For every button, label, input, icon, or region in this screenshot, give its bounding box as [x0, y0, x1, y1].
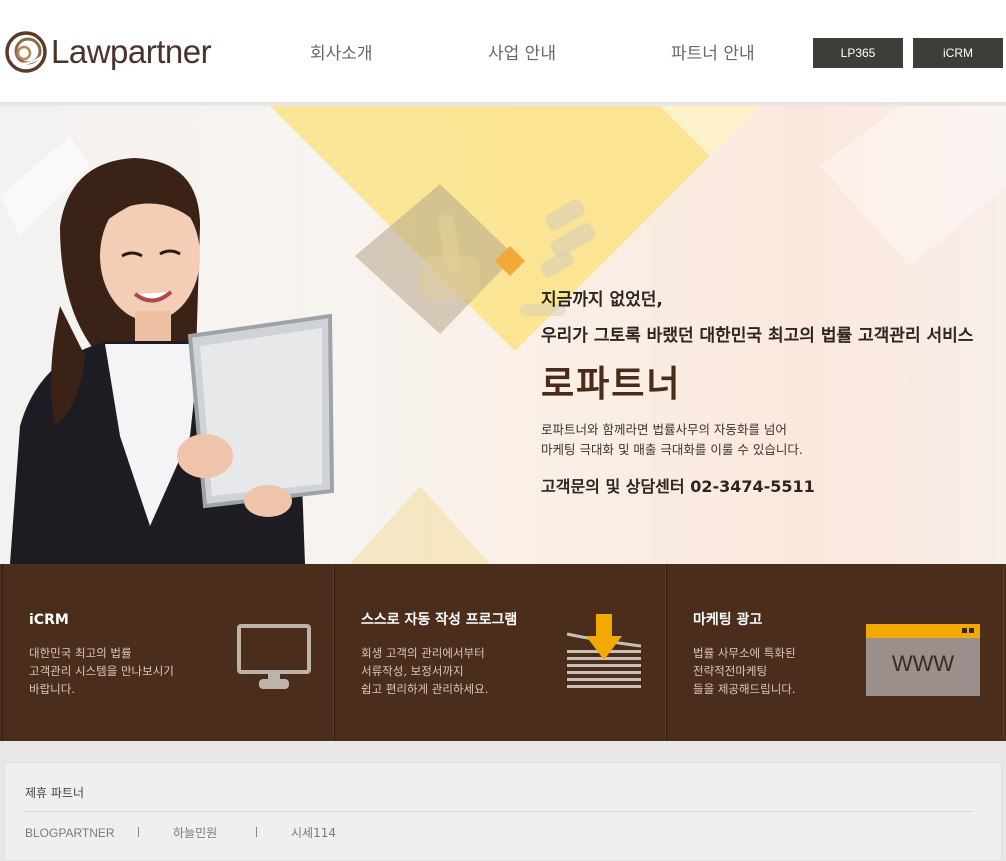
partner-link-haneul[interactable]: 하늘민원: [173, 825, 217, 841]
hero-contact-info: 고객문의 및 상담센터 02-3474-5511: [541, 477, 815, 496]
feature-title: iCRM: [29, 612, 69, 628]
hero-headline-1: 지금까지 없었던,: [541, 290, 663, 310]
nav-company[interactable]: 회사소개: [310, 40, 373, 68]
partner-link-blogpartner[interactable]: BLOGPARTNER: [25, 825, 115, 841]
lp365-button[interactable]: LP365: [813, 38, 903, 68]
logo[interactable]: Lawpartner: [4, 30, 212, 74]
features-band: iCRM 대한민국 최고의 법률 고객관리 시스템을 만나보시기 바랍니다. 스…: [0, 564, 1006, 741]
hero-text-block: 지금까지 없었던, 우리가 그토록 바랬던 대한민국 최고의 법률 고객관리 서…: [541, 288, 973, 496]
icrm-button[interactable]: iCRM: [913, 38, 1003, 68]
hero-description-2: 마케팅 극대화 및 매출 극대화를 이룰 수 있습니다.: [541, 442, 803, 457]
separator: [256, 827, 257, 837]
www-browser-icon: WWW: [866, 624, 980, 696]
feature-desc-line: 회생 고객의 관리에서부터: [361, 646, 485, 660]
feature-desc-line: 바랍니다.: [29, 682, 75, 696]
browser-dot: [969, 628, 974, 633]
separator: [138, 827, 139, 837]
site-header: Lawpartner 회사소개 사업 안내 파트너 안내 LP365 iCRM: [0, 0, 1006, 104]
hero-description-1: 로파트너와 함께라면 법률사무의 자동화를 넘어: [541, 422, 787, 437]
feature-desc-line: 대한민국 최고의 법률: [29, 646, 132, 660]
feature-desc-line: 전략적전마케팅: [693, 664, 768, 678]
partners-section: 제휴 파트너 BLOGPARTNER 하늘민원 시세114: [4, 762, 1002, 861]
document-download-icon: [566, 614, 642, 688]
feature-description: 회생 고객의 관리에서부터 서류작성, 보정서까지 쉽고 편리하게 관리하세요.: [361, 644, 488, 698]
feature-desc-line: 쉽고 편리하게 관리하세요.: [361, 682, 489, 696]
divider: [25, 811, 973, 812]
browser-titlebar: [866, 624, 980, 638]
logo-swirl-icon: [5, 31, 47, 73]
partner-link-sise114[interactable]: 시세114: [291, 825, 336, 841]
feature-description: 대한민국 최고의 법률 고객관리 시스템을 만나보시기 바랍니다.: [29, 644, 174, 698]
feature-desc-line: 법률 사무소에 특화된: [693, 646, 796, 660]
feature-title: 스스로 자동 작성 프로그램: [361, 612, 518, 628]
nav-business[interactable]: 사업 안내: [488, 40, 556, 68]
hero-banner: 지금까지 없었던, 우리가 그토록 바랬던 대한민국 최고의 법률 고객관리 서…: [0, 106, 1006, 564]
feature-desc-line: 고객관리 시스템을 만나보시기: [29, 664, 174, 678]
nav-partner[interactable]: 파트너 안내: [671, 40, 755, 68]
feature-desc-line: 들을 제공해드립니다.: [693, 682, 796, 696]
logo-text: Lawpartner: [51, 33, 212, 70]
partners-title: 제휴 파트너: [25, 786, 85, 800]
feature-title: 마케팅 광고: [693, 612, 763, 628]
feature-description: 법률 사무소에 특화된 전략적전마케팅 들을 제공해드립니다.: [693, 644, 796, 698]
browser-dot: [962, 628, 967, 633]
hero-brand-name: 로파트너: [541, 364, 682, 405]
hero-headline-2: 우리가 그토록 바랬던 대한민국 최고의 법률 고객관리 서비스: [541, 326, 974, 346]
feature-card-auto-writer[interactable]: 스스로 자동 작성 프로그램 회생 고객의 관리에서부터 서류작성, 보정서까지…: [334, 564, 666, 741]
feature-card-icrm[interactable]: iCRM 대한민국 최고의 법률 고객관리 시스템을 만나보시기 바랍니다.: [2, 564, 334, 741]
woman-with-tablet-illustration: [10, 158, 335, 564]
feature-card-marketing[interactable]: 마케팅 광고 법률 사무소에 특화된 전략적전마케팅 들을 제공해드립니다. W…: [666, 564, 1004, 741]
feature-desc-line: 서류작성, 보정서까지: [361, 664, 464, 678]
monitor-icon: [237, 624, 311, 689]
www-label: WWW: [891, 651, 955, 676]
